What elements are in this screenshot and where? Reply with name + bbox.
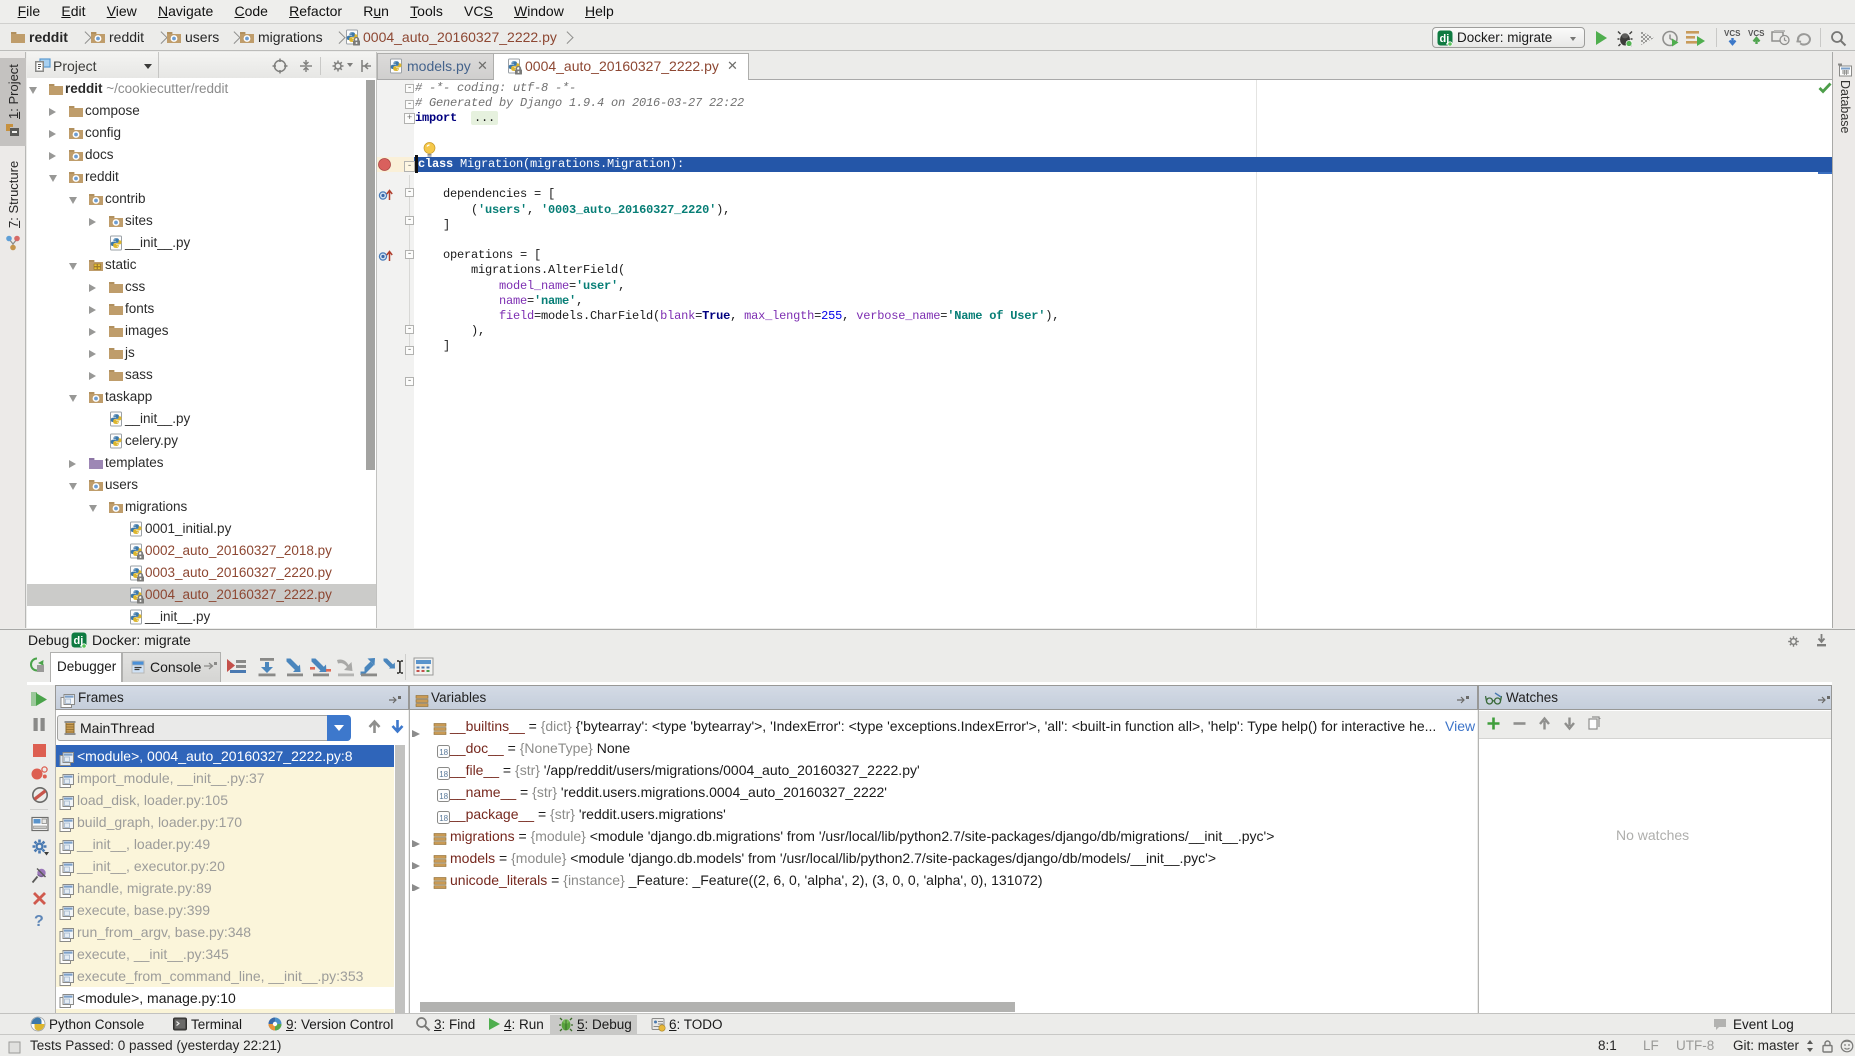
svg-text:?: ? <box>34 913 44 929</box>
svg-text:VCS: VCS <box>1724 29 1741 38</box>
svg-text:18: 18 <box>439 748 448 757</box>
svg-text:18: 18 <box>439 770 448 779</box>
svg-text:18: 18 <box>439 814 448 823</box>
svg-text:18: 18 <box>439 792 448 801</box>
